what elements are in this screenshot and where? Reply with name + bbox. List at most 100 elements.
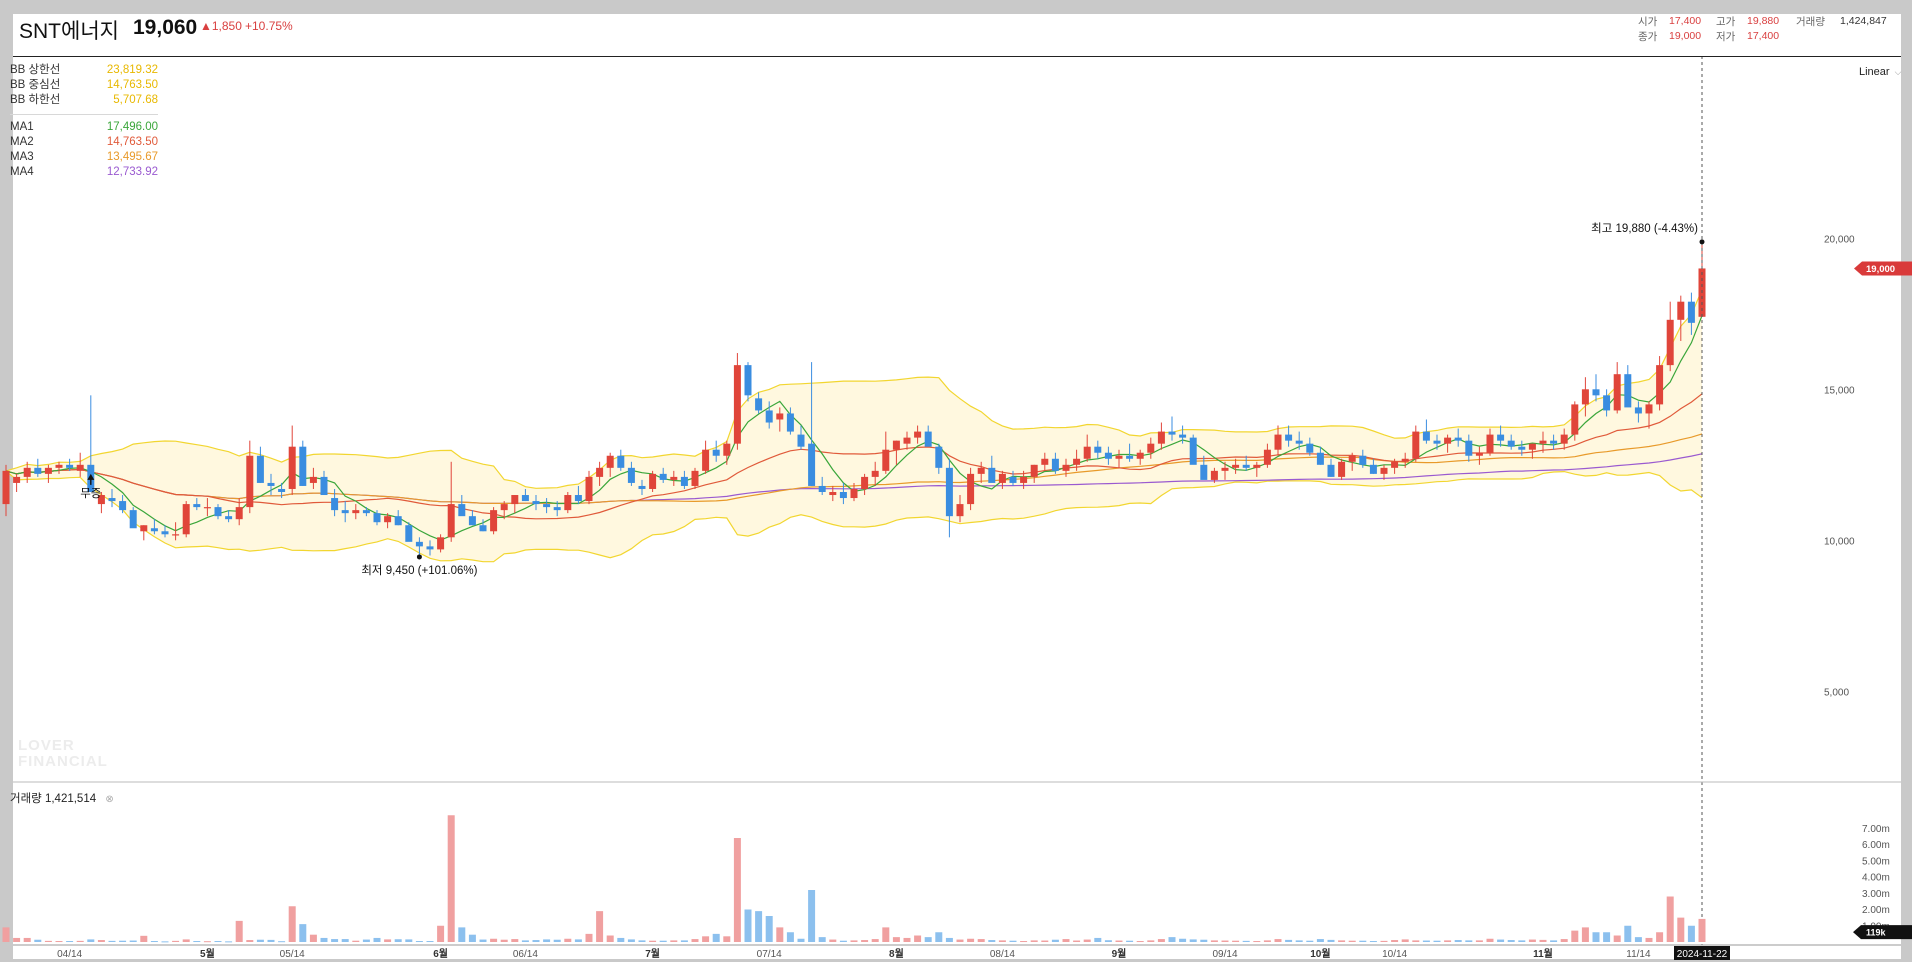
x-tick-label: 9월 — [1112, 948, 1127, 960]
candle-body — [1486, 434, 1494, 453]
volume-bar — [967, 938, 975, 942]
x-tick-label: 10월 — [1310, 948, 1330, 960]
volume-bar — [490, 938, 498, 942]
close-label: 종가 — [1638, 31, 1658, 43]
volume-bar — [1369, 941, 1377, 943]
volume-bar — [66, 941, 74, 943]
close-value: 19,000 — [1669, 30, 1702, 42]
volume-bar — [1263, 940, 1271, 942]
candle-body — [564, 495, 572, 511]
close-icon[interactable]: ⊗ — [105, 794, 113, 805]
volume-bar — [521, 940, 529, 942]
volume-bar — [352, 940, 360, 942]
candle-body — [405, 525, 413, 542]
candle-body — [1210, 470, 1218, 480]
candle — [256, 446, 264, 483]
volume-tick-label: 6.00m — [1862, 840, 1890, 851]
candle — [564, 492, 572, 514]
candle-body — [1380, 467, 1388, 474]
volume-tick-label: 7.00m — [1862, 824, 1890, 835]
volume-bar — [1444, 940, 1452, 942]
volume-legend-label: 거래량 — [10, 793, 42, 805]
candle-body — [617, 455, 625, 468]
volume-bar — [808, 890, 816, 942]
candle — [967, 467, 975, 511]
volume-bar — [829, 939, 837, 942]
volume-bar — [1157, 939, 1165, 942]
legend-row-ma1[interactable]: MA1 17,496.00 — [10, 120, 158, 135]
volume-bar — [945, 937, 953, 942]
candle — [1666, 301, 1674, 372]
volume-bar — [680, 940, 688, 942]
volume-bar — [532, 940, 540, 942]
candle-body — [1475, 452, 1483, 456]
volume-bar — [1422, 940, 1430, 942]
volume-bar — [384, 939, 392, 942]
candle-body — [225, 516, 233, 520]
candle-body — [415, 541, 423, 547]
candle-body — [1528, 443, 1536, 450]
candle-body — [193, 504, 201, 508]
candle-body — [23, 467, 31, 477]
candle-body — [723, 443, 731, 456]
volume-bar — [447, 815, 455, 942]
x-tick-label: 6월 — [433, 948, 448, 960]
legend-row-bb-lower[interactable]: BB 하한선 5,707.68 — [10, 93, 158, 108]
candle-body — [850, 488, 858, 499]
volume-tick-label: 2.00m — [1862, 905, 1890, 916]
volume-bar — [1677, 917, 1685, 942]
legend-row-bb-upper[interactable]: BB 상한선 23,819.32 — [10, 63, 158, 78]
stock-price: 19,060 — [133, 16, 198, 39]
volume-bar — [1285, 939, 1293, 942]
volume-bar — [871, 939, 879, 942]
volume-tick-label: 4.00m — [1862, 873, 1890, 884]
candle-body — [924, 431, 932, 447]
scale-dropdown[interactable]: Linear ⌵ — [1859, 66, 1901, 78]
volume-bar — [373, 937, 381, 942]
candle-body — [670, 476, 678, 480]
volume-bar — [1656, 932, 1664, 942]
volume-bar — [1560, 939, 1568, 942]
bollinger-band-fill — [6, 289, 1702, 562]
x-tick-label: 7월 — [645, 948, 660, 960]
x-tick-label: 07/14 — [757, 949, 782, 960]
candle-body — [161, 531, 169, 535]
low-value: 17,400 — [1747, 30, 1780, 42]
volume-bar — [479, 939, 487, 942]
price-chart[interactable]: 5,000 10,000 15,000 20,000 19,000 최고 19,880 (… — [0, 0, 1912, 962]
candle-body — [500, 504, 508, 511]
candle-body — [203, 507, 211, 509]
x-tick-label: 04/14 — [57, 949, 82, 960]
candle-body — [352, 510, 360, 514]
volume-bar — [861, 940, 869, 942]
candle-body — [140, 525, 148, 532]
candle-body — [1041, 458, 1049, 465]
volume-bar — [1030, 940, 1038, 942]
legend-row-ma3[interactable]: MA3 13,495.67 — [10, 150, 158, 165]
volume-bar — [299, 924, 307, 942]
legend-row-ma2[interactable]: MA2 14,763.50 — [10, 135, 158, 150]
volume-bar — [564, 938, 572, 942]
candle-body — [13, 476, 21, 483]
volume-bar — [1401, 939, 1409, 942]
volume-bar — [193, 941, 201, 943]
legend-row-bb-middle[interactable]: BB 중심선 14,763.50 — [10, 78, 158, 93]
volume-bar — [362, 939, 370, 942]
legend-value: 17,496.00 — [106, 121, 158, 133]
volume-bar — [553, 939, 561, 942]
volume-bar — [1210, 940, 1218, 942]
low-annotation: 최저 9,450 (+101.06%) — [361, 564, 477, 577]
volume-bar — [744, 909, 752, 942]
candle-body — [1465, 440, 1473, 456]
candle-body — [638, 485, 646, 489]
candle-body — [521, 495, 529, 502]
volume-bar — [1009, 940, 1017, 942]
volume-bar — [437, 925, 445, 942]
volume-bar — [892, 937, 900, 942]
volume-bar — [585, 933, 593, 942]
legend-row-ma4[interactable]: MA4 12,733.92 — [10, 165, 158, 180]
volume-bar — [776, 927, 784, 942]
volume-bar — [627, 939, 635, 942]
volume-bar — [1338, 940, 1346, 942]
candle — [288, 425, 296, 496]
